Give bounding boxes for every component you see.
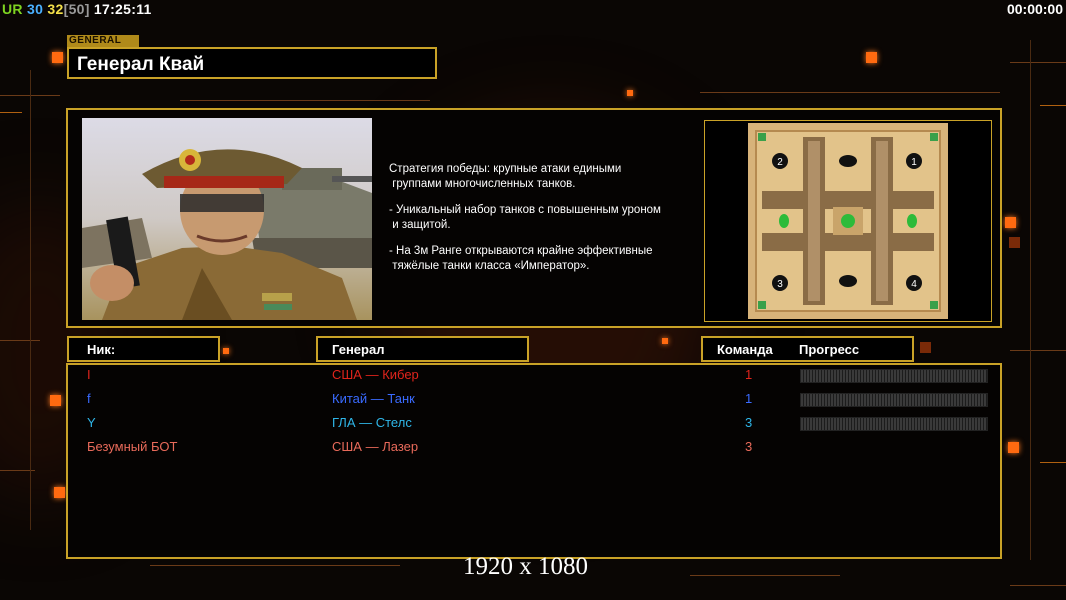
ur-label: UR xyxy=(2,1,23,17)
player-row: I США — Кибер 1 xyxy=(68,365,1000,389)
header-progress-label: Прогресс xyxy=(799,342,860,357)
general-portrait xyxy=(82,118,372,320)
player-general: США — Кибер xyxy=(332,367,419,382)
tournament-desert-minimap-icon: 1 2 3 4 xyxy=(748,123,948,319)
stat-value-1: 30 xyxy=(27,1,44,17)
header-general-label: Генерал xyxy=(332,342,385,357)
map-minimap: 1 2 3 4 xyxy=(748,123,948,319)
general-info-panel: Стратегия победы: крупные атаки едиными … xyxy=(66,108,1002,328)
player-nick: f xyxy=(87,391,91,406)
general-description: Стратегия победы: крупные атаки едиными … xyxy=(389,162,709,285)
description-line: Стратегия победы: крупные атаки едиными … xyxy=(389,163,622,190)
header-team-progress: Команда Прогресс xyxy=(701,336,914,362)
player-nick: I xyxy=(87,367,91,382)
game-timer: 00:00:00 xyxy=(1006,1,1063,17)
players-table: I США — Кибер 1 f Китай — Танк 1 Y ГЛА —… xyxy=(66,363,1002,559)
description-line: - На 3м Ранге открываются крайне эффекти… xyxy=(389,245,653,272)
general-name: Генерал Квай xyxy=(77,54,205,75)
player-team: 3 xyxy=(745,415,753,430)
player-progress-bar xyxy=(800,417,988,431)
player-general: ГЛА — Стелс xyxy=(332,415,412,430)
player-progress-bar xyxy=(800,369,988,383)
fps-status: UR 30 32[50] 17:25:11 xyxy=(2,1,152,17)
clock: 17:25:11 xyxy=(93,1,152,17)
header-nick-label: Ник: xyxy=(87,342,116,357)
stat-value-2: 32 xyxy=(47,1,64,17)
player-row: f Китай — Танк 1 xyxy=(68,389,1000,413)
resolution-overlay: 1920 x 1080 xyxy=(463,553,588,580)
player-row: Y ГЛА — Стелс 3 xyxy=(68,413,1000,437)
start-marker: 1 xyxy=(911,157,917,168)
general-name-panel: Генерал Квай xyxy=(67,47,437,79)
general-tag: GENERAL xyxy=(67,35,139,47)
start-marker: 3 xyxy=(777,279,783,290)
player-team: 3 xyxy=(745,439,753,454)
player-general: США — Лазер xyxy=(332,439,419,454)
top-status-bar: UR 30 32[50] 17:25:11 00:00:00 xyxy=(0,0,1066,20)
player-team: 1 xyxy=(745,367,753,382)
player-general: Китай — Танк xyxy=(332,391,415,406)
header-nick: Ник: xyxy=(67,336,220,362)
player-nick: Безумный БОТ xyxy=(87,439,178,454)
player-nick: Y xyxy=(87,415,96,430)
stat-value-3: [50] xyxy=(63,1,90,17)
map-preview: 1 2 3 4 xyxy=(704,120,992,322)
header-general: Генерал xyxy=(316,336,529,362)
player-row: Безумный БОТ США — Лазер 3 xyxy=(68,437,1000,461)
header-team-label: Команда xyxy=(717,342,773,357)
description-line: - Уникальный набор танков с повышенным у… xyxy=(389,204,661,231)
start-marker: 2 xyxy=(777,157,783,168)
player-progress-bar xyxy=(800,393,988,407)
general-portrait-icon xyxy=(82,118,372,320)
player-team: 1 xyxy=(745,391,753,406)
start-marker: 4 xyxy=(911,279,917,290)
